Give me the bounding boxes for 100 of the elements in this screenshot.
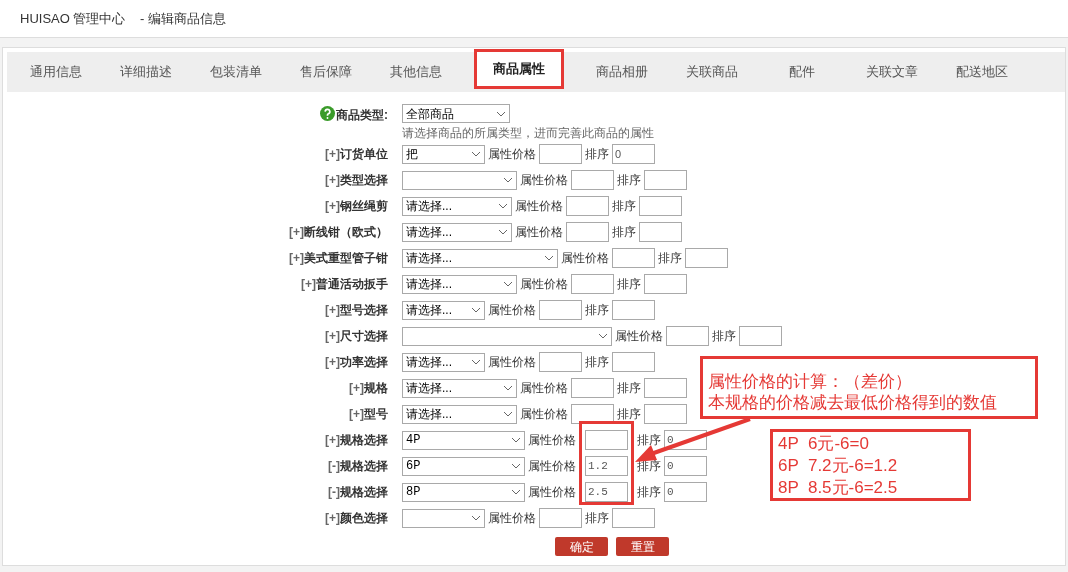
- field-label: 订货单位: [340, 146, 388, 163]
- text-field[interactable]: [612, 248, 655, 268]
- dropdown[interactable]: 4P: [402, 430, 525, 450]
- text-field[interactable]: 0: [664, 456, 707, 476]
- field-label: 型号: [364, 406, 388, 423]
- toggle-link[interactable]: [+]: [325, 431, 340, 449]
- price-label: 属性价格: [488, 354, 536, 371]
- text-field[interactable]: [571, 378, 614, 398]
- sort-label: 排序: [617, 276, 641, 293]
- text-field[interactable]: 0: [664, 430, 707, 450]
- field-label: 断线钳（欧式）: [304, 224, 388, 241]
- text-field[interactable]: [539, 144, 582, 164]
- sort-label: 排序: [617, 380, 641, 397]
- text-field[interactable]: [644, 378, 687, 398]
- toggle-link[interactable]: [+]: [349, 379, 364, 397]
- dropdown[interactable]: 请选择...: [402, 378, 517, 398]
- text-field[interactable]: [639, 196, 682, 216]
- toggle-link[interactable]: [+]: [301, 275, 316, 293]
- toggle-link[interactable]: [+]: [289, 249, 304, 267]
- field-label: 规格: [364, 380, 388, 397]
- chevron-down-icon: [496, 110, 506, 117]
- text-field[interactable]: [666, 326, 709, 346]
- toggle-link[interactable]: [-]: [328, 457, 340, 475]
- tab[interactable]: 关联文章: [847, 52, 937, 92]
- text-field[interactable]: [539, 508, 582, 528]
- tab[interactable]: 售后保障: [281, 52, 371, 92]
- dropdown[interactable]: 请选择...: [402, 248, 558, 268]
- chevron-down-icon: [511, 489, 521, 495]
- toggle-link[interactable]: [+]: [325, 509, 340, 527]
- dropdown[interactable]: [402, 508, 485, 528]
- tab[interactable]: 包装清单: [191, 52, 281, 92]
- text-field[interactable]: [539, 300, 582, 320]
- text-field[interactable]: [566, 222, 609, 242]
- dropdown[interactable]: 6P: [402, 456, 525, 476]
- text-field[interactable]: [566, 196, 609, 216]
- field-label: 颜色选择: [340, 510, 388, 527]
- toggle-link[interactable]: [+]: [325, 145, 340, 163]
- tab[interactable]: 配送地区: [937, 52, 1027, 92]
- text-field[interactable]: [612, 508, 655, 528]
- price-label: 属性价格: [515, 224, 563, 241]
- example-line: 6P 7.2元-6=1.2: [778, 455, 899, 477]
- form-button[interactable]: 重置: [616, 537, 669, 556]
- dropdown[interactable]: [402, 170, 517, 190]
- field-label: 普通活动扳手: [316, 276, 388, 293]
- text-field[interactable]: 2.5: [585, 482, 628, 502]
- tab[interactable]: 配件: [757, 52, 847, 92]
- price-label: 属性价格: [515, 198, 563, 215]
- text-field[interactable]: [612, 300, 655, 320]
- dropdown[interactable]: 请选择...: [402, 352, 485, 372]
- dropdown[interactable]: 请选择...: [402, 404, 517, 424]
- toggle-link[interactable]: [+]: [289, 223, 304, 241]
- price-label: 属性价格: [488, 302, 536, 319]
- tab[interactable]: 关联商品: [667, 52, 757, 92]
- dropdown[interactable]: 请选择...: [402, 274, 517, 294]
- sort-label: 排序: [612, 198, 636, 215]
- text-field[interactable]: [639, 222, 682, 242]
- text-field[interactable]: [539, 352, 582, 372]
- toggle-link[interactable]: [+]: [325, 171, 340, 189]
- toggle-link[interactable]: [+]: [349, 405, 364, 423]
- tab[interactable]: 详细描述: [101, 52, 191, 92]
- form-button[interactable]: 确定: [555, 537, 608, 556]
- text-field[interactable]: [571, 170, 614, 190]
- tab[interactable]: 商品相册: [577, 52, 667, 92]
- dropdown[interactable]: 把: [402, 144, 485, 164]
- tab[interactable]: 其他信息: [371, 52, 461, 92]
- price-label: 属性价格: [520, 276, 568, 293]
- dropdown[interactable]: 8P: [402, 482, 525, 502]
- chevron-down-icon: [511, 463, 521, 469]
- text-field[interactable]: [644, 404, 687, 424]
- chevron-down-icon: [471, 359, 481, 365]
- text-field[interactable]: 1.2: [585, 456, 628, 476]
- price-label: 属性价格: [528, 432, 576, 449]
- text-field[interactable]: [685, 248, 728, 268]
- field-label: 商品类型:: [336, 107, 388, 124]
- text-field[interactable]: [644, 170, 687, 190]
- text-field[interactable]: [739, 326, 782, 346]
- toggle-link[interactable]: [-]: [328, 483, 340, 501]
- dropdown[interactable]: 请选择...: [402, 196, 512, 216]
- text-field[interactable]: [612, 352, 655, 372]
- toggle-link[interactable]: [+]: [325, 353, 340, 371]
- toggle-link[interactable]: [+]: [325, 197, 340, 215]
- sort-label: 排序: [612, 224, 636, 241]
- text-field[interactable]: [571, 404, 614, 424]
- dropdown[interactable]: 全部商品: [402, 104, 510, 123]
- toggle-link[interactable]: [+]: [325, 301, 340, 319]
- sort-label: 排序: [617, 172, 641, 189]
- tab[interactable]: 通用信息: [11, 52, 101, 92]
- price-label: 属性价格: [528, 458, 576, 475]
- dropdown[interactable]: 请选择...: [402, 300, 485, 320]
- toggle-link[interactable]: [+]: [325, 327, 340, 345]
- example-line: 4P 6元-6=0: [778, 433, 870, 455]
- sort-label: 排序: [585, 302, 609, 319]
- text-field[interactable]: [571, 274, 614, 294]
- text-field[interactable]: [585, 430, 628, 450]
- dropdown[interactable]: [402, 326, 612, 346]
- text-field[interactable]: 0: [664, 482, 707, 502]
- text-field[interactable]: [644, 274, 687, 294]
- dropdown[interactable]: 请选择...: [402, 222, 512, 242]
- tab[interactable]: 商品属性: [474, 49, 564, 89]
- text-field[interactable]: 0: [612, 144, 655, 164]
